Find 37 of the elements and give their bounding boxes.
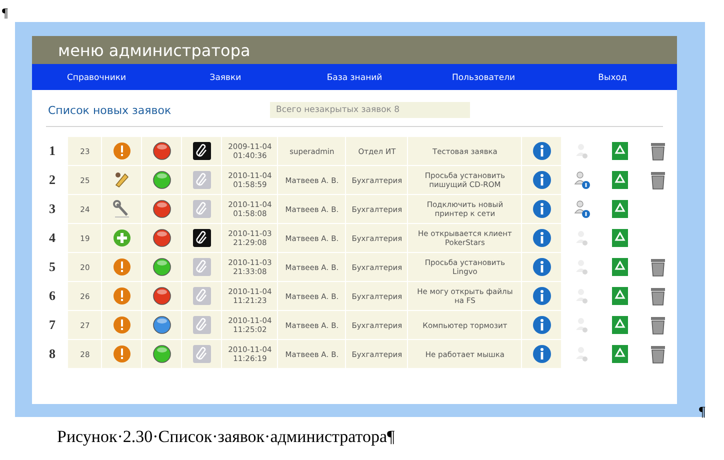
row-number: 8 bbox=[48, 346, 56, 362]
paperclip-icon[interactable] bbox=[192, 315, 212, 335]
info-icon[interactable] bbox=[532, 344, 552, 364]
row-number: 5 bbox=[48, 259, 56, 275]
row-number: 2 bbox=[48, 172, 56, 188]
nav-link[interactable]: Заявки bbox=[210, 64, 242, 92]
row-number: 3 bbox=[48, 201, 56, 217]
paperclip-icon[interactable] bbox=[192, 257, 212, 277]
nav-link[interactable]: База знаний bbox=[326, 64, 382, 92]
paperclip-icon[interactable] bbox=[192, 141, 212, 161]
nav-link[interactable]: Выход bbox=[598, 64, 627, 92]
info-icon[interactable] bbox=[532, 199, 552, 219]
info-icon[interactable] bbox=[532, 170, 552, 190]
info-icon[interactable] bbox=[532, 286, 552, 306]
paperclip-icon[interactable] bbox=[192, 344, 212, 364]
paragraph-mark: ¶ bbox=[699, 405, 706, 421]
person-icon[interactable] bbox=[572, 199, 592, 219]
row-number: 1 bbox=[48, 143, 56, 159]
row-number: 7 bbox=[48, 317, 56, 333]
open-requests-counter: Всего незакрытых заявок 8 bbox=[270, 102, 470, 118]
paragraph-mark: ¶ bbox=[1, 6, 9, 20]
paperclip-icon[interactable] bbox=[192, 199, 212, 219]
row-number: 4 bbox=[48, 230, 56, 246]
info-icon[interactable] bbox=[532, 228, 552, 248]
paperclip-icon[interactable] bbox=[192, 170, 212, 190]
paperclip-icon[interactable] bbox=[192, 228, 212, 248]
info-icon[interactable] bbox=[532, 257, 552, 277]
page-heading: Список новых заявок bbox=[48, 104, 172, 116]
info-icon[interactable] bbox=[532, 315, 552, 335]
nav-link[interactable]: Справочники bbox=[66, 64, 126, 92]
nav-link[interactable]: Пользователи bbox=[452, 64, 516, 92]
person-icon[interactable] bbox=[572, 170, 592, 190]
info-icon[interactable] bbox=[532, 141, 552, 161]
paperclip-icon[interactable] bbox=[192, 286, 212, 306]
figure-caption: Рисунок·2.30·Список·заявок·администратора¶ bbox=[57, 427, 396, 447]
app-title: меню администратора bbox=[32, 36, 677, 64]
row-number: 6 bbox=[48, 288, 56, 304]
